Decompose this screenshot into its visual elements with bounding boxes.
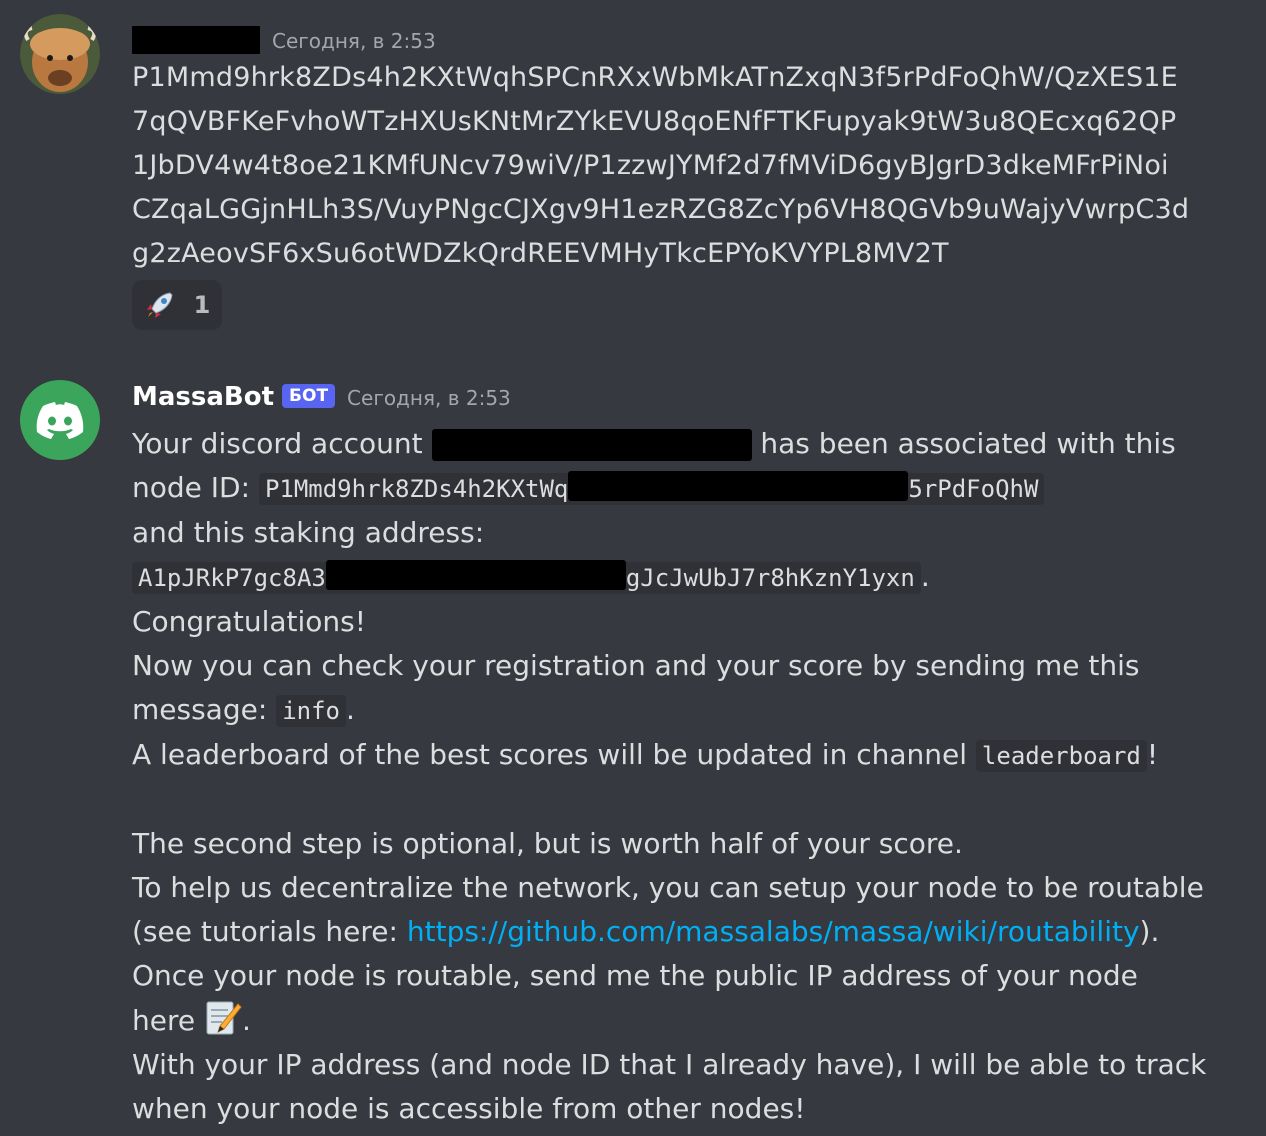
text-segment: Your discord account [132,427,423,460]
username[interactable]: MassaBot [132,382,274,412]
redacted-node-id [568,471,909,501]
text-line: P1Mmd9hrk8ZDs4h2KXtWqhSPCnRXxWbMkATnZxqN… [132,62,1178,93]
node-id-end: 5rPdFoQhW [908,475,1039,503]
text-line: To help us decentralize the network, you… [132,871,1204,904]
text-segment: . [345,693,355,726]
message-text: P1Mmd9hrk8ZDs4h2KXtWqhSPCnRXxWbMkATnZxqN… [132,56,1192,276]
text-line: CZqaLGGjnHLh3S/VuyPNgcCJXgv9H1ezRZG8ZcYp… [132,194,1190,225]
message-header: Сегодня, в 2:53 [132,20,436,54]
text-line: g2zAeovSF6xSu6otWDZkQrdREEVMHyTkcEPYoKVY… [132,238,949,269]
message-text: Your discord account has been associated… [132,422,1207,1131]
reaction-count: 1 [193,291,211,319]
text-line: when your node is accessible from other … [132,1092,806,1125]
redacted-account [431,429,752,461]
node-id-code: P1Mmd9hrk8ZDs4h2KXtWq 5rPdFoQhW [258,471,1045,505]
redacted-username [132,26,260,54]
text-segment: ! [1146,738,1159,771]
text-line: The second step is optional, but is wort… [132,827,963,860]
text-line: Congratulations! [132,605,366,638]
text-line: message: info. [132,688,1192,733]
bot-avatar[interactable] [20,380,100,460]
rocket-icon [146,292,173,318]
node-id-start: P1Mmd9hrk8ZDs4h2KXtWq [264,475,569,503]
text-segment: A leaderboard of the best scores will be… [132,738,968,771]
text-line: Your discord account has been associated… [132,422,1192,466]
text-line: A1pJRkP7gc8A3 gJcJwUbJ7r8hKznY1yxn. [132,555,1192,600]
bot-tag: БОТ [282,384,336,408]
staking-address-code: A1pJRkP7gc8A3 gJcJwUbJ7r8hKznY1yxn [132,560,921,594]
text-line: 1JbDV4w4t8oe21KMfUNcv79wiV/P1zzwJYMf2d7f… [132,150,1169,181]
routability-link[interactable]: https://github.com/massalabs/massa/wiki/… [407,915,1140,948]
memo-icon [204,998,242,1038]
text-line: With your IP address (and node ID that I… [132,1048,1207,1081]
timestamp: Сегодня, в 2:53 [347,386,511,410]
text-line: Once your node is routable, send me the … [132,959,1138,992]
text-segment: ). [1139,915,1160,948]
timestamp: Сегодня, в 2:53 [272,29,436,53]
text-segment: here [132,1004,196,1037]
text-line: here . [132,998,1192,1043]
text-line: node ID: P1Mmd9hrk8ZDs4h2KXtWq 5rPdFoQhW [132,466,1192,511]
text-line: A leaderboard of the best scores will be… [132,733,1192,778]
text-segment: . [242,1004,251,1037]
address-end: gJcJwUbJ7r8hKznY1yxn [625,564,915,592]
discord-logo-icon [36,402,84,439]
message-header: MassaBot БОТ Сегодня, в 2:53 [132,382,511,412]
text-segment: (see tutorials here: [132,915,398,948]
text-line: (see tutorials here: https://github.com/… [132,910,1192,954]
user-avatar[interactable] [20,14,100,94]
text-segment: message: [132,693,268,726]
address-start: A1pJRkP7gc8A3 [138,564,326,592]
text-segment: has been associated with this [760,427,1176,460]
reaction-rocket[interactable]: 1 [132,280,222,330]
text-segment: node ID: [132,471,251,504]
redacted-address [325,560,626,590]
text-segment: . [920,560,930,593]
text-line: 7qQVBFKeFvhoWTzHXUsKNtMrZYkEVU8qoENfFTKF… [132,106,1177,137]
info-command-code: info [276,695,346,727]
text-line: Now you can check your registration and … [132,649,1140,682]
leaderboard-channel-code: leaderboard [975,740,1147,772]
text-line: and this staking address: [132,516,485,549]
